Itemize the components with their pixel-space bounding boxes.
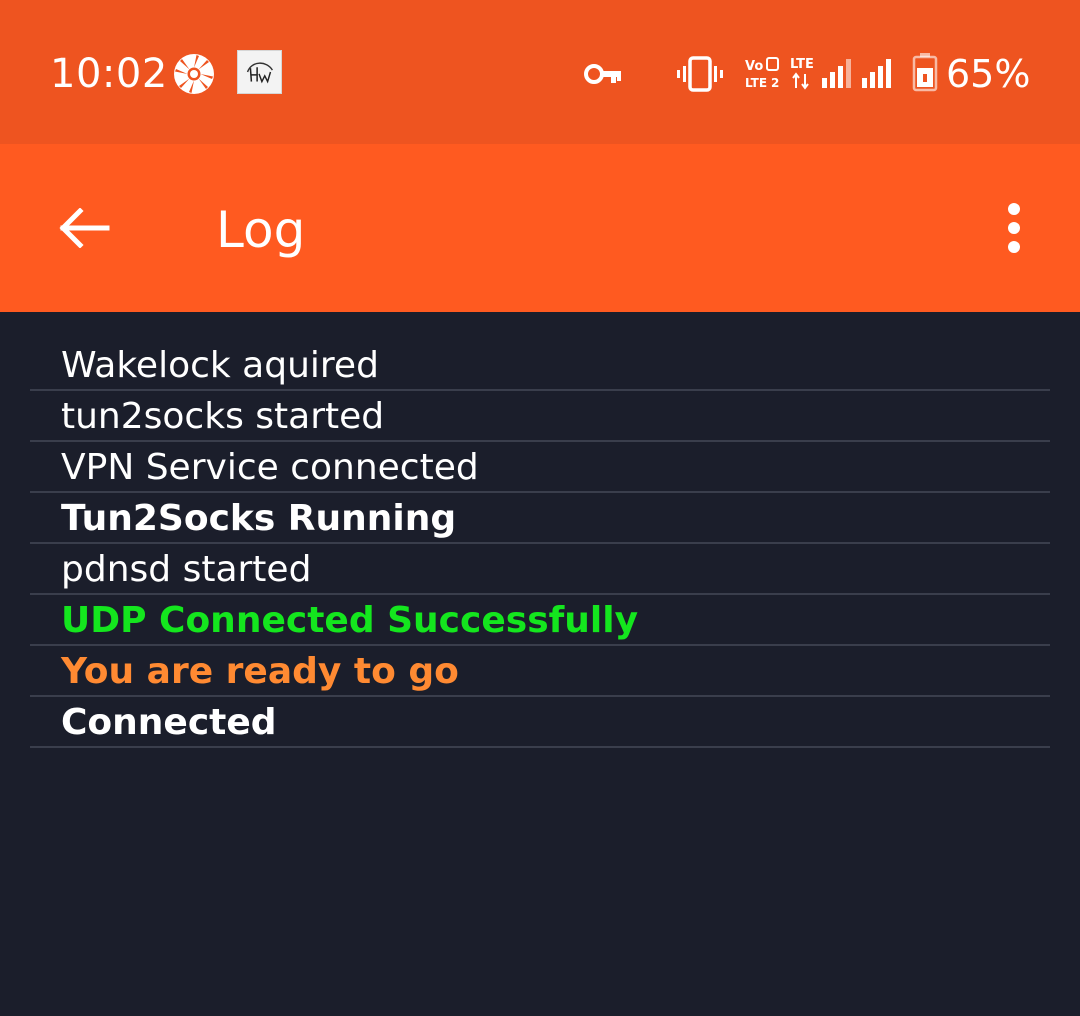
vpn-key-icon [584, 60, 622, 88]
log-entry-ready: You are ready to go [30, 646, 1050, 697]
svg-text:LTE: LTE [790, 57, 814, 72]
hw-app-icon [237, 50, 282, 94]
log-entry: VPN Service connected [30, 442, 1050, 493]
log-entry: Wakelock aquired [30, 340, 1050, 391]
svg-text:2: 2 [771, 76, 779, 90]
vibrate-icon [677, 55, 723, 93]
page-title: Log [216, 201, 306, 259]
volte-icon: Vo LTE 2 [744, 56, 780, 90]
aperture-icon [172, 52, 216, 96]
more-vert-icon [1006, 202, 1022, 258]
status-time: 10:02 [50, 51, 168, 97]
arrow-back-icon [58, 207, 110, 252]
log-entry-connected: Connected [30, 697, 1050, 748]
log-entry-success: UDP Connected Successfully [30, 595, 1050, 646]
svg-text:LTE: LTE [745, 76, 767, 90]
app-bar: Log [0, 144, 1080, 312]
svg-text:Vo: Vo [745, 59, 763, 74]
log-entry: Tun2Socks Running [30, 493, 1050, 544]
log-list: Wakelock aquired tun2socks started VPN S… [30, 340, 1050, 748]
log-entry: tun2socks started [30, 391, 1050, 442]
battery-icon [912, 52, 938, 92]
status-bar: 10:02 Vo LTE 2 LTE 65% [0, 0, 1080, 144]
battery-percent: 65% [946, 52, 1031, 96]
log-entry: pdnsd started [30, 544, 1050, 595]
lte-signal-icon: LTE [790, 54, 896, 90]
overflow-menu-button[interactable] [990, 196, 1038, 264]
back-button[interactable] [50, 196, 118, 264]
